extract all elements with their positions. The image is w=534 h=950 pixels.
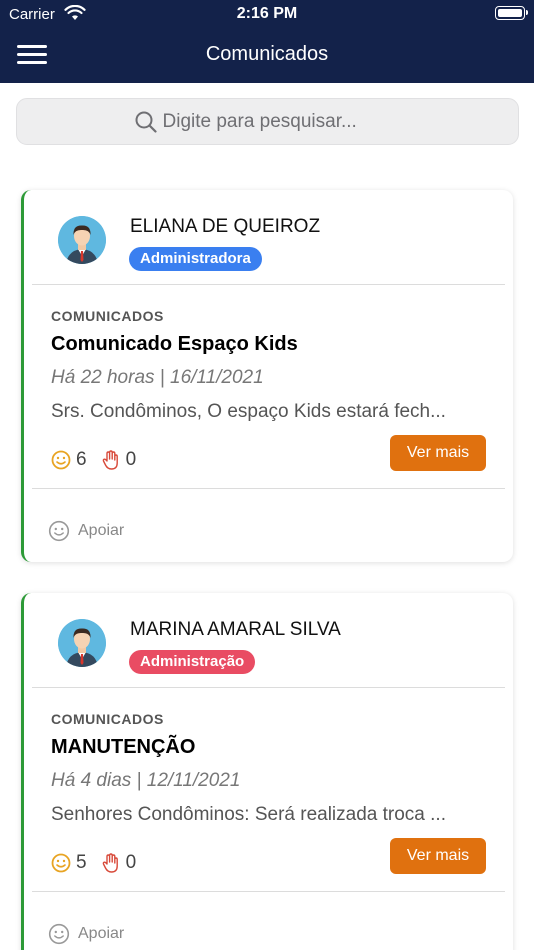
reactions: 6 0 [51,449,150,471]
author-name: MARINA AMARAL SILVA [130,619,341,640]
search-bar[interactable] [16,98,519,145]
nav-bar: Comunicados [0,30,534,83]
post-preview: Srs. Condôminos, O espaço Kids estará fe… [51,401,446,422]
hand-icon [102,853,118,873]
hand-icon [102,450,118,470]
avatar [58,216,106,264]
post-preview: Senhores Condôminos: Será realizada troc… [51,804,446,825]
author-name: ELIANA DE QUEIROZ [130,216,321,237]
post-date: Há 22 horas | 16/11/2021 [51,367,264,388]
post-category: COMUNICADOS [51,711,164,727]
hand-count: 0 [125,852,137,873]
divider [32,488,505,489]
battery-icon [495,6,528,20]
support-label: Apoiar [78,522,125,539]
support-button[interactable]: Apoiar [48,923,124,945]
smile-icon [51,450,71,470]
search-input[interactable] [162,111,403,133]
smile-count: 5 [76,852,87,873]
support-label: Apoiar [78,925,125,942]
reactions: 5 0 [51,852,150,874]
post-date: Há 4 dias | 12/11/2021 [51,770,241,791]
post-title: MANUTENÇÃO [51,736,196,758]
page-title: Comunicados [205,43,329,65]
post-card: MARINA AMARAL SILVA Administração COMUNI… [21,593,513,950]
smile-icon [48,923,70,945]
support-button[interactable]: Apoiar [48,520,124,542]
smile-icon [48,520,70,542]
smile-count: 6 [76,449,87,470]
post-title: Comunicado Espaço Kids [51,333,298,355]
post-card: ELIANA DE QUEIROZ Administradora COMUNIC… [21,190,513,562]
divider [32,891,505,892]
role-badge: Administração [129,650,256,674]
see-more-button[interactable]: Ver mais [390,435,486,471]
status-bar: Carrier 2:16 PM [0,0,534,30]
avatar [58,619,106,667]
see-more-button[interactable]: Ver mais [390,838,486,874]
role-badge: Administradora [129,247,262,271]
hand-count: 0 [125,449,137,470]
post-category: COMUNICADOS [51,308,164,324]
search-icon [135,111,157,133]
divider [32,687,505,688]
divider [32,284,505,285]
clock: 2:16 PM [236,5,298,22]
smile-icon [51,853,71,873]
